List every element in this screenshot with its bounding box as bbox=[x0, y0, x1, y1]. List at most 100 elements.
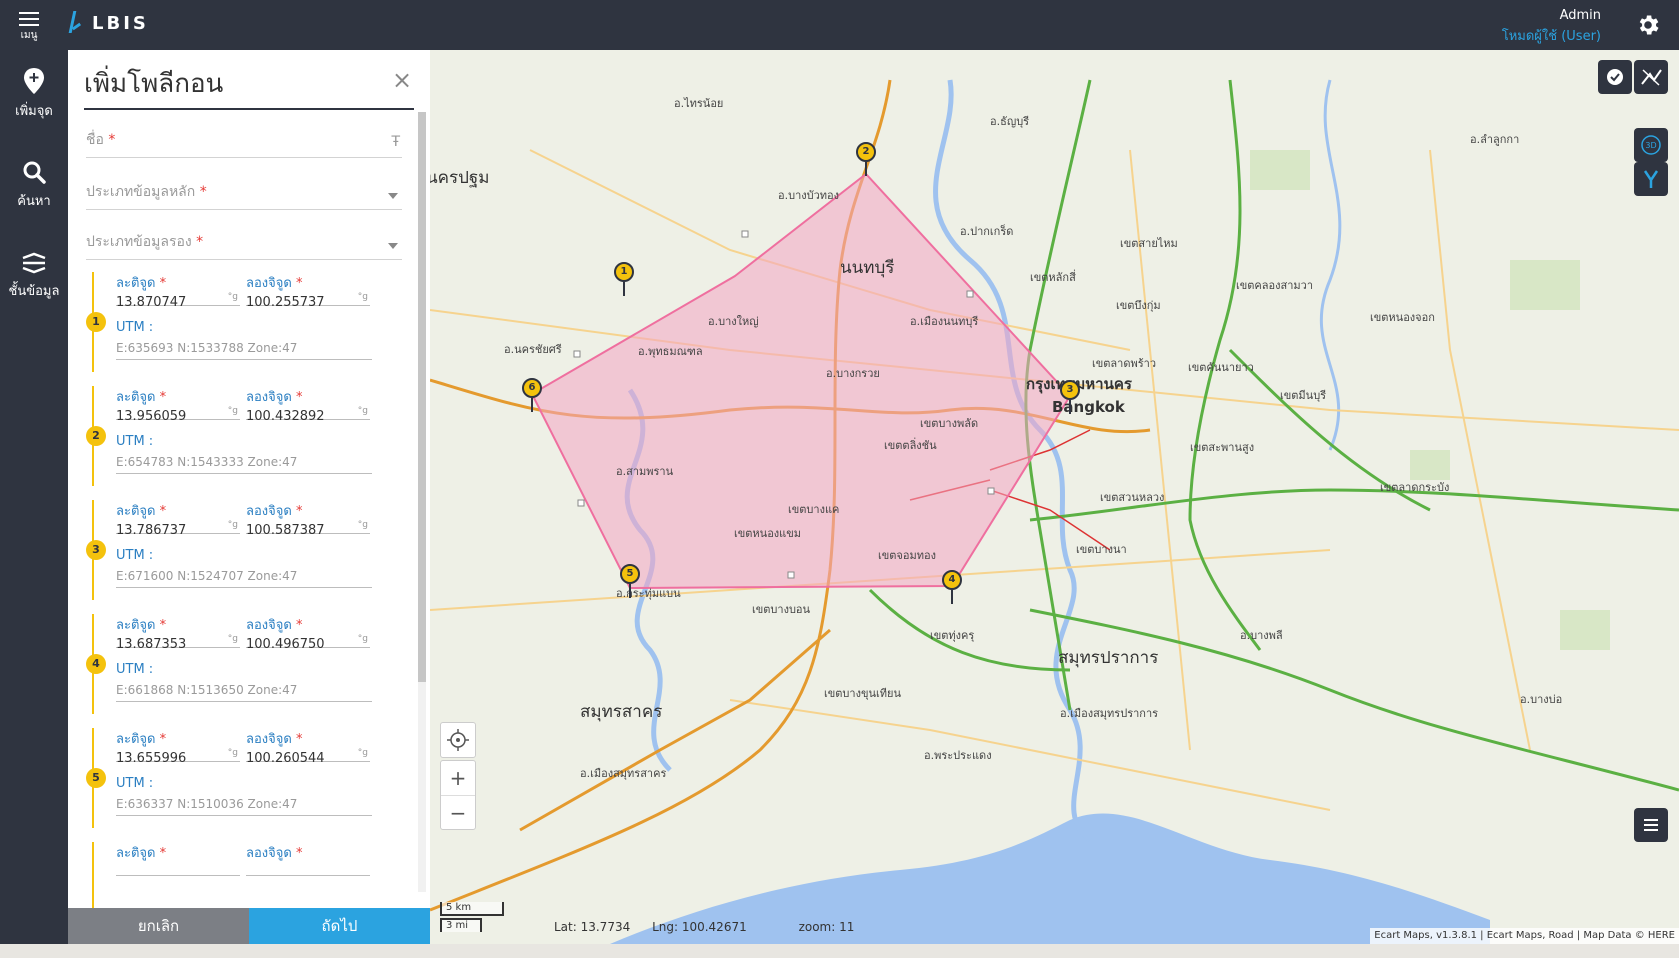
scale-km: 5 km bbox=[440, 902, 504, 916]
degree-unit: °g bbox=[227, 748, 238, 758]
longitude-value: 100.255737 bbox=[246, 295, 325, 310]
map-label: นครปฐม bbox=[430, 168, 490, 188]
map-label: สมุทรสาคร bbox=[580, 702, 663, 722]
latitude-value: 13.655996 bbox=[116, 751, 187, 766]
text-format-icon: Ŧ bbox=[391, 134, 400, 150]
longitude-value: 100.260544 bbox=[246, 751, 325, 766]
lng-label: ลองจิจูด bbox=[246, 504, 292, 519]
polygon-vertex-pin[interactable]: 1 bbox=[614, 262, 634, 296]
longitude-field[interactable]: ลองจิจูด * bbox=[246, 842, 370, 876]
rail-label: ค้นหา bbox=[17, 194, 51, 209]
zoom-in-button[interactable]: + bbox=[441, 761, 475, 795]
polygon-vertex-pin[interactable]: 6 bbox=[522, 378, 542, 412]
map-label: อ.ธัญบุรี bbox=[990, 115, 1030, 128]
utm-value: E:671600 N:1524707 Zone:47 bbox=[116, 569, 298, 583]
utm-label: UTM : bbox=[116, 434, 154, 449]
rail-layers[interactable]: ชั้นข้อมูล bbox=[0, 234, 68, 326]
latitude-value: 13.956059 bbox=[116, 409, 187, 424]
cursor-status: Lat: 13.7734 Lng: 100.42671 zoom: 11 bbox=[554, 920, 872, 934]
user-name: Admin bbox=[1559, 8, 1601, 23]
latitude-field[interactable]: ละติจูด * 13.870747 °g bbox=[116, 272, 240, 310]
map-label: เขตบึงกุ่ม bbox=[1116, 299, 1161, 312]
pin-number: 5 bbox=[620, 564, 640, 584]
map-label: เขตหลักสี่ bbox=[1030, 271, 1076, 284]
map-label: เขตลาดกระบัง bbox=[1380, 481, 1450, 494]
utm-field: UTM : E:661868 N:1513650 Zone:47 bbox=[116, 662, 372, 702]
menu-button[interactable]: เมนู bbox=[10, 8, 48, 44]
utm-value: E:636337 N:1510036 Zone:47 bbox=[116, 797, 298, 811]
locate-icon[interactable] bbox=[441, 723, 475, 757]
polygon-vertex-pin[interactable]: 5 bbox=[620, 564, 640, 598]
chevron-down-icon bbox=[388, 243, 398, 249]
longitude-field[interactable]: ลองจิจูด * 100.496750 °g bbox=[246, 614, 370, 652]
latitude-field[interactable]: ละติจูด * 13.956059 °g bbox=[116, 386, 240, 424]
required-mark: * bbox=[159, 846, 167, 861]
next-button[interactable]: ถัดไป bbox=[249, 908, 430, 944]
polygon-vertex-pin[interactable]: 3 bbox=[1060, 380, 1080, 414]
close-icon[interactable]: × bbox=[390, 68, 414, 92]
brand-logo[interactable]: LBIS bbox=[68, 11, 149, 35]
measure-button[interactable] bbox=[1598, 60, 1632, 94]
search-icon bbox=[23, 161, 46, 184]
pin-number: 3 bbox=[1060, 380, 1080, 400]
utm-value: E:635693 N:1533788 Zone:47 bbox=[116, 341, 298, 355]
map-canvas[interactable]: นนทบุรี กรุงเทพมหานคร Bangkok สมุทรปรากา… bbox=[430, 50, 1679, 944]
user-info[interactable]: Admin โหมดผู้ใช้ (User) bbox=[1502, 8, 1601, 46]
polygon-vertex-pin[interactable]: 2 bbox=[856, 142, 876, 176]
svg-text:3D: 3D bbox=[1645, 141, 1656, 150]
brand-name: LBIS bbox=[92, 12, 149, 34]
zoom-out-button[interactable]: − bbox=[441, 795, 475, 829]
layers-icon bbox=[22, 252, 46, 274]
scrollbar-thumb[interactable] bbox=[418, 112, 426, 682]
point-number-badge: 5 bbox=[86, 768, 106, 788]
lng-label: ลองจิจูด bbox=[246, 390, 292, 405]
rail-search[interactable]: ค้นหา bbox=[0, 142, 68, 234]
map-label: อ.เมืองนนทบุรี bbox=[910, 315, 979, 328]
sub-type-select[interactable]: ประเภทข้อมูลรอง * bbox=[86, 226, 402, 260]
menu-label: เมนู bbox=[20, 30, 38, 41]
main-type-placeholder: ประเภทข้อมูลหลัก bbox=[86, 184, 196, 200]
longitude-field[interactable]: ลองจิจูด * 100.587387 °g bbox=[246, 500, 370, 538]
main-type-select[interactable]: ประเภทข้อมูลหลัก * bbox=[86, 176, 402, 210]
polygon-point: 3 ละติจูด * 13.786737 °g ลองจิจูด * 100.… bbox=[86, 500, 402, 614]
cancel-button[interactable]: ยกเลิก bbox=[68, 908, 249, 944]
map-label: เขตบางบอน bbox=[752, 603, 811, 616]
3d-toggle-button[interactable]: 3D bbox=[1634, 128, 1668, 162]
map-label: อ.เมืองสมุทรสาคร bbox=[580, 767, 667, 780]
latitude-field[interactable]: ละติจูด * 13.687353 °g bbox=[116, 614, 240, 652]
lat-label: ละติจูด bbox=[116, 618, 156, 633]
locate-control[interactable] bbox=[440, 722, 476, 758]
map-label: เขตบางขุนเทียน bbox=[824, 687, 901, 700]
layer-list-button[interactable] bbox=[1634, 808, 1668, 842]
pin-number: 1 bbox=[614, 262, 634, 282]
latitude-field[interactable]: ละติจูด * bbox=[116, 842, 240, 876]
lat-label: ละติจูด bbox=[116, 504, 156, 519]
required-mark: * bbox=[295, 390, 303, 405]
draw-line-button[interactable] bbox=[1634, 60, 1668, 94]
degree-unit: °g bbox=[357, 406, 368, 416]
required-mark: * bbox=[108, 132, 116, 148]
latitude-value: 13.870747 bbox=[116, 295, 187, 310]
latitude-field[interactable]: ละติจูด * 13.786737 °g bbox=[116, 500, 240, 538]
utm-value: E:661868 N:1513650 Zone:47 bbox=[116, 683, 298, 697]
gear-icon[interactable] bbox=[1635, 12, 1661, 38]
longitude-field[interactable]: ลองจิจูด * 100.255737 °g bbox=[246, 272, 370, 310]
degree-unit: °g bbox=[357, 748, 368, 758]
required-mark: * bbox=[159, 732, 167, 747]
name-field[interactable]: ชื่อ * Ŧ bbox=[86, 124, 402, 158]
rail-add-point[interactable]: เพิ่มจุด bbox=[0, 50, 68, 142]
panel-scrollbar[interactable] bbox=[418, 112, 426, 892]
utm-label: UTM : bbox=[116, 548, 154, 563]
lng-label: ลองจิจูด bbox=[246, 276, 292, 291]
longitude-field[interactable]: ลองจิจูด * 100.260544 °g bbox=[246, 728, 370, 766]
cursor-lng: Lng: 100.42671 bbox=[652, 920, 747, 934]
required-mark: * bbox=[159, 276, 167, 291]
filter-button[interactable] bbox=[1634, 162, 1668, 196]
longitude-field[interactable]: ลองจิจูด * 100.432892 °g bbox=[246, 386, 370, 424]
map-label: อ.บางใหญ่ bbox=[708, 315, 759, 328]
form-scroll-area[interactable]: ชื่อ * Ŧ ประเภทข้อมูลหลัก * ประเภทข้อมูล… bbox=[68, 120, 430, 958]
pin-number: 2 bbox=[856, 142, 876, 162]
map-label: เขตคันนายาว bbox=[1188, 361, 1254, 374]
latitude-field[interactable]: ละติจูด * 13.655996 °g bbox=[116, 728, 240, 766]
polygon-vertex-pin[interactable]: 4 bbox=[942, 570, 962, 604]
